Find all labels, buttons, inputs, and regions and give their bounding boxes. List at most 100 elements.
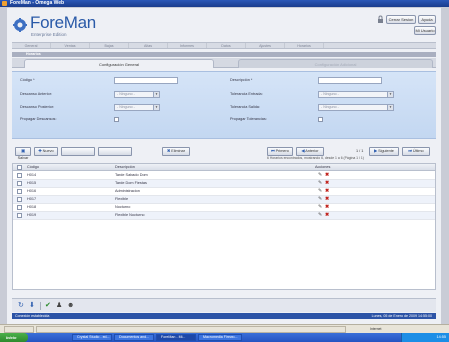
help-button[interactable]: Ayuda xyxy=(418,15,436,24)
tolerancia-entrada-select[interactable]: - Ninguno - ▼ xyxy=(318,91,394,98)
taskbar-item-foreman[interactable]: ForeMan - Mi... xyxy=(156,334,196,341)
user-icon[interactable]: ♟ xyxy=(56,301,62,310)
nav-item-ajustes[interactable]: Ajustes xyxy=(246,43,285,48)
column-header-description[interactable]: Descripción xyxy=(115,164,135,171)
window-title: ForeMan - Omega Web xyxy=(10,0,65,6)
table-row[interactable]: H017 Flexible ✎ ✖ xyxy=(13,196,435,204)
row-description: Administracion xyxy=(115,189,140,193)
start-button[interactable]: Inicio xyxy=(0,333,28,342)
descripcion-label: Descripción * xyxy=(230,78,253,82)
browser-status-segment xyxy=(36,326,346,333)
person-icon[interactable]: ☻ xyxy=(67,301,74,310)
row-description: Nocturno xyxy=(115,205,131,209)
tolerancia-salida-label: Tolerancia Salida: xyxy=(230,105,260,109)
row-description: Flexible Nocturno xyxy=(115,213,145,217)
tolerancia-entrada-value: - Ninguno - xyxy=(321,92,339,96)
grid-toolbar: ▣ Salvar ✚ Nuevo ✖ Eliminar ⏮ Primero ◀ … xyxy=(12,146,436,162)
next-page-button[interactable]: ▶ Siguiente xyxy=(369,147,399,156)
toolbar-blank-button-1[interactable] xyxy=(61,147,95,156)
row-checkbox[interactable] xyxy=(17,213,22,218)
app-window: ForeMan Enterprise Edition Cerrar Sesion… xyxy=(7,8,441,324)
delete-button[interactable]: ✖ Eliminar xyxy=(162,147,190,156)
descripcion-input[interactable] xyxy=(318,77,382,84)
delete-row-icon[interactable]: ✖ xyxy=(325,204,329,211)
nav-item-horarios[interactable]: Horarios xyxy=(285,43,324,48)
close-session-button[interactable]: Cerrar Sesion xyxy=(386,15,416,24)
delete-row-icon[interactable]: ✖ xyxy=(325,180,329,187)
tolerancia-salida-select[interactable]: - Ninguno - ▼ xyxy=(318,104,394,111)
save-icon: ▣ xyxy=(21,149,25,153)
main-nav: General Ventas Bajas Altas Informes Dato… xyxy=(12,42,436,49)
last-label: Último xyxy=(412,149,424,153)
check-icon[interactable]: ✔ xyxy=(45,301,51,310)
first-page-button[interactable]: ⏮ Primero xyxy=(267,147,293,156)
table-row[interactable]: H016 Administracion ✎ ✖ xyxy=(13,188,435,196)
refresh-icon[interactable]: ↻ xyxy=(18,301,24,310)
nav-item-general[interactable]: General xyxy=(12,43,51,48)
taskbar-item-fireworks[interactable]: Macromedia Firewo... xyxy=(198,334,242,341)
row-checkbox[interactable] xyxy=(17,173,22,178)
taskbar-item-crystal[interactable]: Crystal Studio - ed... xyxy=(72,334,112,341)
new-button[interactable]: ✚ Nuevo xyxy=(34,147,58,156)
save-button[interactable]: ▣ Salvar xyxy=(15,147,31,160)
table-row[interactable]: H019 Flexible Nocturno ✎ ✖ xyxy=(13,212,435,220)
row-checkbox[interactable] xyxy=(17,197,22,202)
nav-item-datos[interactable]: Datos xyxy=(207,43,246,48)
edit-icon[interactable]: ✎ xyxy=(318,180,322,187)
table-row[interactable]: H014 Tarde Sabado Dom ✎ ✖ xyxy=(13,172,435,180)
column-header-code[interactable]: Código xyxy=(27,164,39,171)
edit-icon[interactable]: ✎ xyxy=(318,188,322,195)
row-code: H019 xyxy=(27,213,37,217)
delete-icon: ✖ xyxy=(167,149,171,153)
row-checkbox[interactable] xyxy=(17,189,22,194)
nav-item-ventas[interactable]: Ventas xyxy=(51,43,90,48)
row-code: H018 xyxy=(27,205,37,209)
descanso-anterior-select[interactable]: - Ninguno - ▼ xyxy=(114,91,160,98)
previous-icon: ◀ xyxy=(301,149,305,153)
next-icon: ▶ xyxy=(374,149,377,153)
select-all-checkbox[interactable] xyxy=(17,165,22,170)
app-status-bar: Conexión establecida Lunes, 05 de Enero … xyxy=(12,313,436,319)
tolerancia-entrada-label: Tolerancia Entrada: xyxy=(230,92,263,96)
tab-configuracion-general[interactable]: Configuración General xyxy=(24,59,214,68)
taskbar-clock: 14:55 xyxy=(436,335,446,339)
row-description: Tarde Sabado Dom xyxy=(115,173,148,177)
edit-icon[interactable]: ✎ xyxy=(318,172,322,179)
delete-row-icon[interactable]: ✖ xyxy=(325,188,329,195)
last-page-button[interactable]: ⏭ Último xyxy=(402,147,430,156)
nav-item-bajas[interactable]: Bajas xyxy=(90,43,129,48)
toolbar-divider xyxy=(40,302,41,310)
table-row[interactable]: H015 Tarde Dom Fiestas ✎ ✖ xyxy=(13,180,435,188)
section-header-bar: Horarios xyxy=(12,52,436,57)
download-icon[interactable]: ⬇ xyxy=(29,301,35,310)
edit-icon[interactable]: ✎ xyxy=(318,212,322,219)
descanso-posterior-select[interactable]: - Ninguno - ▼ xyxy=(114,104,160,111)
row-checkbox[interactable] xyxy=(17,181,22,186)
row-code: H015 xyxy=(27,181,37,185)
taskbar-item-documents[interactable]: Documentos and... xyxy=(114,334,154,341)
delete-row-icon[interactable]: ✖ xyxy=(325,172,329,179)
row-checkbox[interactable] xyxy=(17,205,22,210)
table-row[interactable]: H018 Nocturno ✎ ✖ xyxy=(13,204,435,212)
table-header: Código Descripción Acciones xyxy=(13,164,435,171)
nav-item-informes[interactable]: Informes xyxy=(168,43,207,48)
tab-configuracion-adicional[interactable]: Configuración Adicional xyxy=(238,59,433,68)
propagar-tolerancias-checkbox[interactable] xyxy=(318,117,323,122)
propagar-descansos-checkbox[interactable] xyxy=(114,117,119,122)
nav-item-altas[interactable]: Altas xyxy=(129,43,168,48)
edit-icon[interactable]: ✎ xyxy=(318,204,322,211)
previous-page-button[interactable]: ◀ Anterior xyxy=(296,147,324,156)
logo-title: ForeMan xyxy=(30,13,96,32)
delete-label: Eliminar xyxy=(171,149,185,153)
my-user-button[interactable]: Mi Usuario xyxy=(414,26,436,35)
new-label: Nuevo xyxy=(42,149,54,153)
row-description: Tarde Dom Fiestas xyxy=(115,181,147,185)
edit-icon[interactable]: ✎ xyxy=(318,196,322,203)
delete-row-icon[interactable]: ✖ xyxy=(325,212,329,219)
codigo-input[interactable] xyxy=(114,77,178,84)
toolbar-blank-button-2[interactable] xyxy=(98,147,132,156)
chevron-down-icon: ▼ xyxy=(387,105,393,110)
row-code: H017 xyxy=(27,197,37,201)
delete-row-icon[interactable]: ✖ xyxy=(325,196,329,203)
foreman-logo: ForeMan Enterprise Edition xyxy=(13,10,123,40)
